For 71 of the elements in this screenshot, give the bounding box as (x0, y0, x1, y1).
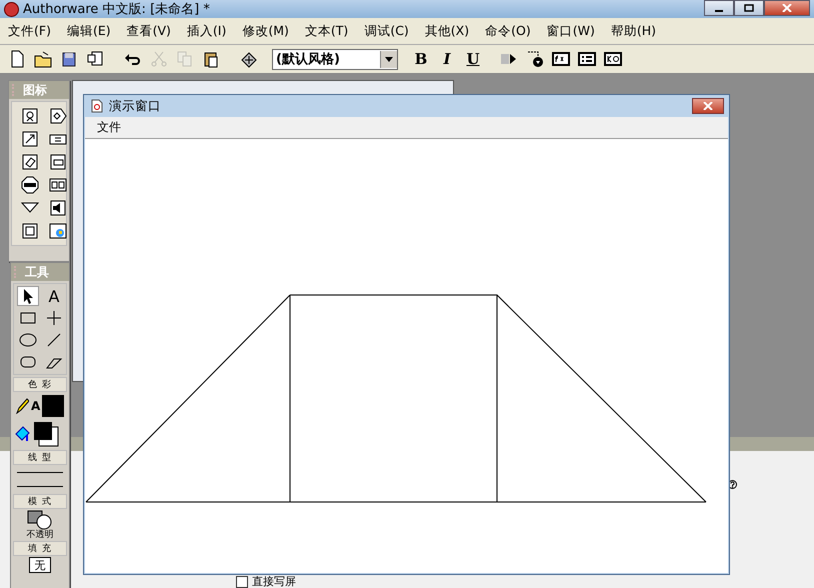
erase-icon[interactable] (21, 153, 39, 171)
ellipse-tool-icon (19, 331, 37, 349)
functions-icon (552, 50, 570, 68)
section-label: 色 彩 (13, 377, 67, 392)
menu-item[interactable]: 修改(M) (234, 22, 297, 40)
menu-item[interactable]: 文件 (97, 119, 121, 136)
menu-item[interactable]: 插入(I) (178, 22, 234, 40)
close-icon (703, 102, 713, 110)
dvd-icon[interactable] (49, 222, 67, 240)
folder-icon (34, 50, 52, 68)
opaque-mode-icon (27, 510, 53, 530)
menu-item[interactable]: 查看(V) (118, 22, 179, 40)
checkbox-label: 直接写屏 (252, 576, 296, 588)
menu-item[interactable]: 文件(F) (0, 22, 59, 40)
checkbox[interactable] (236, 576, 248, 588)
paint-bucket-icon (15, 425, 31, 443)
pencil-icon (15, 398, 29, 414)
display-icon[interactable] (21, 107, 39, 125)
menu-item[interactable]: 窗口(W) (538, 22, 603, 40)
style-dropdown[interactable]: (默认风格) (272, 48, 398, 70)
variables-icon (578, 50, 596, 68)
maximize-icon (744, 4, 754, 12)
menu-item[interactable]: 命令(O) (477, 22, 539, 40)
library-icon (240, 50, 258, 68)
palette-title: 工具 (25, 264, 49, 280)
window-title: Authorware 中文版: [未命名] * (23, 1, 210, 18)
menu-item[interactable]: 帮助(H) (602, 22, 664, 40)
import-icon (86, 50, 104, 68)
clipboard-icon (202, 50, 220, 68)
text-tool-button[interactable]: A (43, 286, 65, 306)
fill-button[interactable]: 无 (29, 557, 51, 573)
italic-button[interactable]: I (436, 48, 458, 70)
knowledge-object-icon (604, 50, 622, 68)
menu-item[interactable]: 调试(C) (356, 22, 417, 40)
underline-button[interactable]: U (462, 48, 484, 70)
app-logo-icon (4, 2, 19, 16)
mode-label: 不透明 (26, 530, 54, 540)
caret-icon (385, 56, 393, 62)
line-tool-icon (45, 331, 63, 349)
help-icon (728, 480, 737, 489)
window-title: 演示窗口 (109, 98, 161, 114)
bold-button[interactable]: B (410, 48, 432, 70)
menu-item[interactable]: 编辑(E) (58, 22, 119, 40)
section-label: 填 充 (13, 541, 67, 556)
scissors-icon (150, 50, 168, 68)
minimize-button[interactable] (704, 0, 734, 16)
close-button[interactable] (692, 98, 724, 114)
section-label: 模 式 (13, 494, 67, 509)
decision-icon[interactable] (49, 107, 67, 125)
motion-icon[interactable] (21, 130, 39, 148)
color-swatch[interactable] (42, 395, 64, 417)
movie-icon[interactable] (49, 176, 67, 194)
close-button[interactable] (764, 0, 810, 16)
control-panel-icon (526, 50, 544, 68)
map-icon[interactable] (49, 153, 67, 171)
framework-icon[interactable] (21, 222, 39, 240)
crosshair-tool-icon (45, 309, 63, 327)
close-icon (782, 4, 792, 12)
menu-item[interactable]: 文本(T) (296, 22, 356, 40)
sound-icon[interactable] (49, 199, 67, 217)
menu-item[interactable]: 其他(X) (416, 22, 478, 40)
wait-icon[interactable] (21, 176, 39, 194)
fill-colors-icon[interactable] (33, 421, 59, 447)
maximize-button[interactable] (734, 0, 764, 16)
section-label: 线 型 (13, 450, 67, 465)
pointer-button[interactable] (17, 286, 39, 306)
palette-title: 图标 (23, 82, 47, 98)
disks-icon (60, 50, 78, 68)
copy-icon (176, 50, 194, 68)
text-color-label: A (31, 399, 40, 413)
document-icon (90, 99, 104, 113)
